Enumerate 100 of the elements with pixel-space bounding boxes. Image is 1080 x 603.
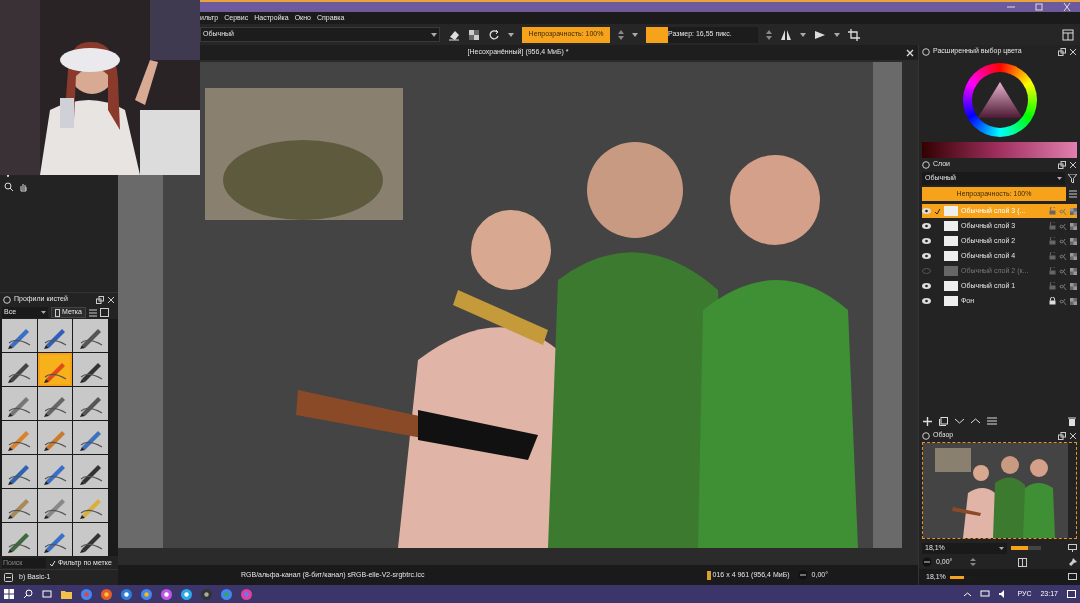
brush-preset[interactable] (37, 353, 73, 386)
brush-preset[interactable] (73, 523, 108, 556)
search-icon[interactable] (23, 589, 33, 599)
network-icon[interactable] (980, 590, 991, 598)
monitor-icon[interactable] (1068, 544, 1077, 552)
caret-icon (41, 311, 46, 314)
app-icon[interactable] (101, 588, 112, 600)
caret-icon (800, 32, 806, 37)
trash-icon[interactable] (1068, 416, 1076, 426)
brush-preset[interactable] (37, 319, 73, 352)
triangle-icon[interactable] (814, 28, 826, 41)
checker-icon[interactable] (1070, 237, 1077, 245)
mirror-icon[interactable] (780, 28, 792, 41)
checker-icon[interactable] (1070, 207, 1077, 215)
brush-preset[interactable] (73, 353, 108, 386)
layer-thumbnail (944, 251, 958, 261)
hand-icon[interactable] (18, 182, 28, 192)
brush-preset[interactable] (73, 319, 108, 352)
eye-icon[interactable] (922, 298, 931, 304)
caret-icon (999, 546, 1004, 550)
check-icon (934, 207, 941, 215)
brush-preset[interactable] (73, 455, 108, 488)
spin-arrows-icon[interactable] (618, 28, 624, 41)
crop-icon[interactable] (848, 28, 860, 41)
unlock-icon[interactable] (1049, 282, 1056, 290)
zoom-icon[interactable] (4, 182, 14, 192)
brush-preset[interactable] (2, 353, 37, 386)
eye-icon[interactable] (922, 208, 931, 214)
unlock-icon[interactable] (1049, 237, 1056, 245)
eraser-icon[interactable] (448, 28, 460, 41)
caret-icon (431, 32, 437, 37)
filter-icon[interactable] (1068, 174, 1077, 183)
float-icon[interactable] (1058, 431, 1066, 440)
close-icon[interactable] (1069, 431, 1077, 440)
layer-thumbnail (944, 281, 958, 291)
app-icon[interactable] (141, 588, 152, 600)
mirror-icon[interactable] (1017, 557, 1027, 567)
eye-icon[interactable] (922, 223, 931, 229)
pin-icon[interactable] (1068, 557, 1077, 567)
view-icon[interactable] (99, 308, 109, 317)
float-icon[interactable] (1058, 160, 1066, 169)
close-icon[interactable] (107, 295, 115, 304)
brush-preset[interactable] (37, 387, 73, 420)
checker-icon[interactable] (1070, 282, 1077, 290)
float-icon[interactable] (96, 295, 104, 304)
layer-thumbnail (944, 296, 958, 306)
layout-icon[interactable] (1062, 28, 1074, 41)
unlock-icon[interactable] (1049, 252, 1056, 260)
lock-icon[interactable] (1049, 297, 1056, 305)
brush-preset[interactable] (37, 455, 73, 488)
eye-icon[interactable] (922, 238, 931, 244)
brush-preset[interactable] (73, 387, 108, 420)
eye-icon[interactable] (922, 253, 931, 259)
menu-icon[interactable] (88, 308, 97, 317)
app-icon[interactable] (181, 588, 192, 600)
app-icon[interactable] (161, 588, 172, 600)
close-icon[interactable] (906, 49, 914, 57)
checker-icon[interactable] (1070, 297, 1077, 305)
alpha-lock-icon[interactable] (468, 28, 480, 41)
layer-thumbnail (944, 236, 958, 246)
color-triangle[interactable] (976, 80, 1023, 120)
unlock-icon[interactable] (1049, 222, 1056, 230)
checkbox[interactable] (49, 559, 56, 567)
eye-icon[interactable] (922, 283, 931, 289)
close-icon[interactable] (1069, 47, 1077, 56)
docker-lock-icon (922, 160, 930, 169)
plus-icon[interactable] (923, 416, 932, 426)
task-view-icon[interactable] (42, 589, 52, 599)
unlock-icon[interactable] (1049, 207, 1056, 215)
app-icon[interactable] (201, 588, 212, 600)
maximize-icon[interactable] (1034, 3, 1044, 11)
brush-preset[interactable] (37, 523, 73, 556)
layer-thumbnail (944, 206, 958, 216)
rotation-icon (797, 570, 808, 580)
chevron-down-icon[interactable] (955, 418, 964, 424)
spin-arrows-icon[interactable] (766, 28, 772, 41)
caret-icon (508, 32, 514, 37)
properties-icon[interactable] (987, 417, 997, 425)
spin-arrows-icon[interactable] (970, 557, 976, 567)
float-icon[interactable] (1058, 47, 1066, 56)
checker-icon[interactable] (1070, 252, 1077, 260)
checker-icon[interactable] (1070, 222, 1077, 230)
color-strip[interactable] (922, 142, 1077, 158)
caret-icon (632, 32, 638, 37)
brush-editor-icon[interactable] (4, 573, 13, 582)
app-icon[interactable] (121, 588, 132, 600)
unlock-icon[interactable] (1049, 267, 1056, 275)
folder-icon[interactable] (61, 589, 72, 599)
chevron-up-icon[interactable] (971, 418, 980, 424)
close-icon[interactable] (1069, 160, 1077, 169)
screen-icon[interactable] (1068, 573, 1077, 581)
windows-icon[interactable] (4, 589, 14, 599)
notification-icon[interactable] (1067, 589, 1076, 599)
reload-icon[interactable] (488, 28, 500, 41)
checker-icon[interactable] (1070, 267, 1077, 275)
duplicate-icon[interactable] (939, 416, 948, 426)
zoom-slider-fill[interactable] (1011, 546, 1028, 550)
brush-preset[interactable] (37, 421, 73, 454)
brush-preset[interactable] (37, 489, 73, 522)
menu-icon[interactable] (1069, 190, 1077, 198)
